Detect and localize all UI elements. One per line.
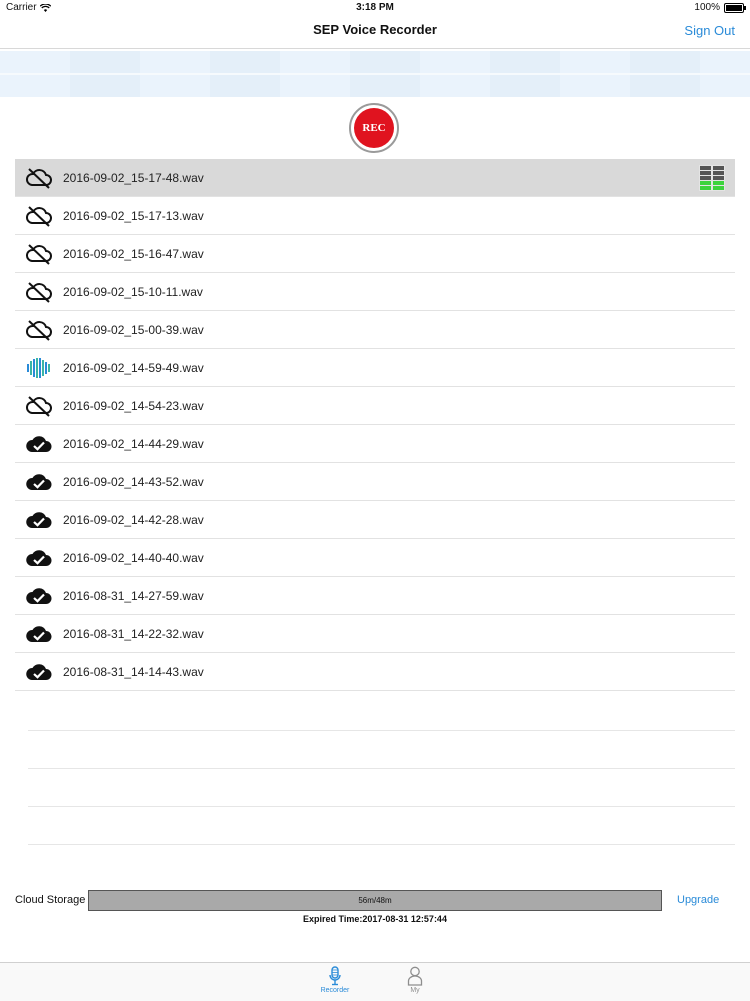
tab-recorder-label: Recorder [320, 987, 350, 994]
cloud-check-icon [24, 660, 54, 684]
person-icon [407, 966, 423, 986]
recording-filename: 2016-09-02_14-43-52.wav [63, 474, 204, 489]
cloud-check-icon [24, 470, 54, 494]
record-button[interactable]: REC [349, 103, 399, 153]
cloud-off-icon [24, 280, 54, 304]
recording-filename: 2016-09-02_15-10-11.wav [63, 284, 203, 299]
empty-row [28, 731, 735, 769]
recording-row[interactable]: 2016-09-02_14-44-29.wav [15, 425, 735, 463]
page-title: SEP Voice Recorder [313, 22, 437, 37]
storage-usage-text: 56m/48m [358, 896, 392, 905]
cloud-off-icon [24, 318, 54, 342]
cloud-check-icon [24, 546, 54, 570]
recording-row[interactable]: 2016-09-02_14-54-23.wav [15, 387, 735, 425]
empty-row [28, 807, 735, 845]
recording-row[interactable]: 2016-09-02_15-16-47.wav [15, 235, 735, 273]
recording-row[interactable]: 2016-08-31_14-27-59.wav [15, 577, 735, 615]
cloud-storage-label: Cloud Storage [15, 894, 86, 906]
tab-my-label: My [410, 987, 420, 994]
recording-row[interactable]: 2016-09-02_14-43-52.wav [15, 463, 735, 501]
recording-filename: 2016-09-02_15-16-47.wav [63, 246, 204, 261]
cloud-check-icon [24, 584, 54, 608]
status-right: 100% [694, 2, 746, 13]
cloud-off-icon [24, 204, 54, 228]
recording-filename: 2016-09-02_14-54-23.wav [63, 398, 204, 413]
recording-filename: 2016-08-31_14-27-59.wav [63, 588, 204, 603]
status-bar: Carrier 3:18 PM 100% [0, 0, 750, 16]
recording-filename: 2016-09-02_14-59-49.wav [63, 360, 204, 375]
recording-list: 2016-09-02_15-17-48.wav 2016-09-02_15-17-… [15, 159, 735, 691]
banner-area [0, 51, 750, 97]
cloud-off-icon [24, 166, 54, 190]
empty-row [28, 769, 735, 807]
battery-percent: 100% [694, 2, 720, 13]
tab-recorder[interactable]: Recorder [315, 966, 355, 994]
cloud-check-icon [24, 622, 54, 646]
recording-row[interactable]: 2016-09-02_15-17-13.wav [15, 197, 735, 235]
recording-row[interactable]: 2016-08-31_14-14-43.wav [15, 653, 735, 691]
tab-my[interactable]: My [395, 966, 435, 994]
sign-out-button[interactable]: Sign Out [684, 23, 735, 38]
empty-row [28, 693, 735, 731]
tab-bar: Recorder My [0, 962, 750, 1001]
recording-row[interactable]: 2016-09-02_15-17-48.wav [15, 159, 735, 197]
expired-time: Expired Time:2017-08-31 12:57:44 [303, 914, 447, 924]
cloud-check-icon [24, 508, 54, 532]
recording-filename: 2016-08-31_14-14-43.wav [63, 664, 204, 679]
waveform-icon [24, 356, 54, 380]
recording-row[interactable]: 2016-09-02_15-00-39.wav [15, 311, 735, 349]
recording-filename: 2016-09-02_14-42-28.wav [63, 512, 204, 527]
recording-filename: 2016-09-02_14-40-40.wav [63, 550, 204, 565]
battery-icon [724, 2, 746, 13]
nav-bar: SEP Voice Recorder Sign Out [0, 16, 750, 49]
cloud-check-icon [24, 432, 54, 456]
recording-row[interactable]: 2016-09-02_15-10-11.wav [15, 273, 735, 311]
status-time: 3:18 PM [356, 2, 394, 13]
recording-filename: 2016-09-02_15-00-39.wav [63, 322, 204, 337]
recording-filename: 2016-08-31_14-22-32.wav [63, 626, 204, 641]
recording-filename: 2016-09-02_15-17-48.wav [63, 170, 204, 185]
empty-rows [28, 693, 735, 845]
level-meter-icon [699, 165, 725, 191]
recording-filename: 2016-09-02_14-44-29.wav [63, 436, 204, 451]
record-button-label: REC [354, 108, 394, 148]
storage-usage-bar: 56m/48m [88, 890, 662, 911]
upgrade-button[interactable]: Upgrade [677, 894, 719, 906]
microphone-icon [329, 966, 341, 986]
recording-filename: 2016-09-02_15-17-13.wav [63, 208, 204, 223]
cloud-off-icon [24, 242, 54, 266]
recording-row[interactable]: 2016-08-31_14-22-32.wav [15, 615, 735, 653]
cloud-off-icon [24, 394, 54, 418]
recording-row[interactable]: 2016-09-02_14-42-28.wav [15, 501, 735, 539]
recording-row[interactable]: 2016-09-02_14-40-40.wav [15, 539, 735, 577]
recording-row[interactable]: 2016-09-02_14-59-49.wav [15, 349, 735, 387]
